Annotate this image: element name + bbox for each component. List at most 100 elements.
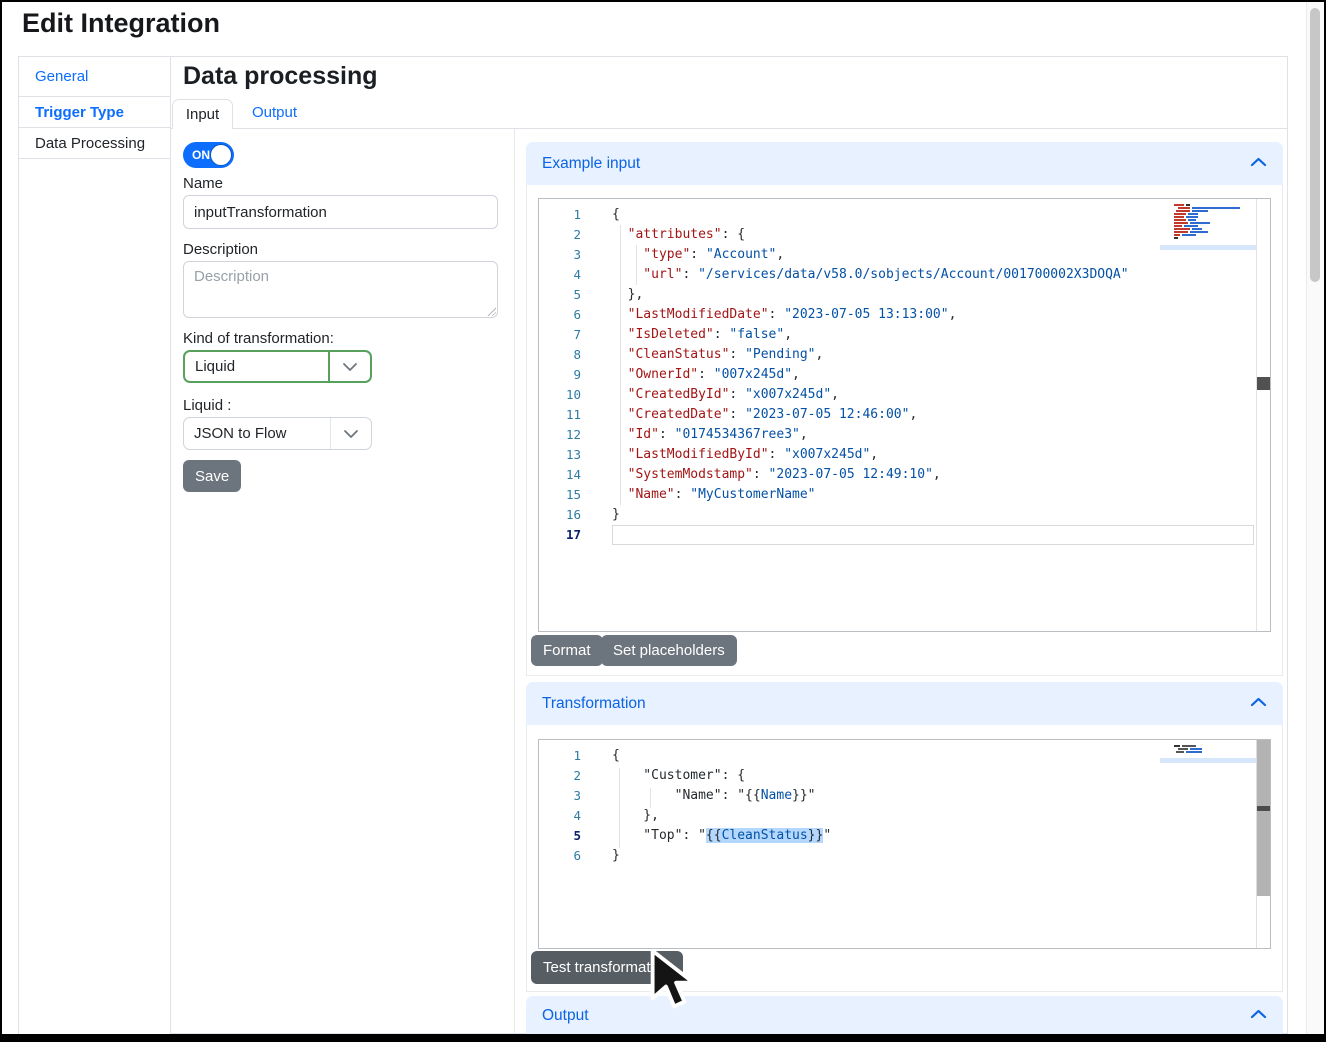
frame-left [0, 0, 2, 1042]
description-input[interactable] [183, 261, 498, 318]
line-number: 9 [539, 365, 595, 385]
code-line: 12 "Id": "0174534367ree3", [539, 425, 1270, 445]
chevron-up-icon[interactable] [1250, 695, 1267, 713]
code-line: 17 [539, 525, 1270, 545]
description-label: Description [183, 241, 258, 258]
code-line: 9 "OwnerId": "007x245d", [539, 365, 1270, 385]
line-number: 10 [539, 385, 595, 405]
line-number: 11 [539, 405, 595, 425]
chevron-down-icon [328, 352, 370, 381]
sidebar-item-label: Trigger Type [35, 104, 124, 121]
code-line: 7 "IsDeleted": "false", [539, 325, 1270, 345]
code-line: 13 "LastModifiedById": "x007x245d", [539, 445, 1270, 465]
code-line: 3 "Name": "{{Name}}" [539, 786, 1270, 806]
column-divider [514, 128, 515, 1034]
kind-of-transformation-select[interactable]: Liquid [183, 350, 372, 383]
toggle-knob [210, 144, 232, 166]
line-number: 5 [539, 826, 595, 846]
output-title: Output [542, 1007, 589, 1025]
editor-scrollbar-position[interactable] [1257, 806, 1270, 811]
name-input[interactable] [183, 195, 498, 229]
line-number: 17 [539, 525, 595, 545]
name-label: Name [183, 175, 223, 192]
liquid-select[interactable]: JSON to Flow [183, 417, 372, 450]
code-line: 15 "Name": "MyCustomerName" [539, 485, 1270, 505]
indent-guide [619, 768, 620, 848]
line-number: 2 [539, 766, 595, 786]
line-number: 2 [539, 225, 595, 245]
chevron-up-icon[interactable] [1250, 1007, 1267, 1025]
transformation-code-editor[interactable]: 1{2 "Customer": {3 "Name": "{{Name}}"4 }… [538, 739, 1271, 949]
toggle-on-label: ON [192, 148, 210, 162]
section-heading: Data processing [183, 62, 378, 91]
line-number: 12 [539, 425, 595, 445]
minimap-viewport[interactable] [1160, 245, 1256, 250]
line-number: 8 [539, 345, 595, 365]
edit-integration-page: Edit Integration General Trigger Type Da… [0, 0, 1326, 1042]
code-line: 16} [539, 505, 1270, 525]
code-line: 6} [539, 846, 1270, 866]
page-scrollbar-thumb[interactable] [1310, 8, 1320, 282]
current-line-highlight [612, 525, 1254, 545]
code-line: 5 }, [539, 285, 1270, 305]
indent-guide [636, 245, 637, 285]
line-number: 5 [539, 285, 595, 305]
minimap[interactable] [1174, 203, 1254, 243]
example-input-code-editor[interactable]: 1{2 "attributes": {3 "type": "Account",4… [538, 198, 1271, 632]
line-number: 3 [539, 786, 595, 806]
code-line: 2 "attributes": { [539, 225, 1270, 245]
line-number: 15 [539, 485, 595, 505]
sidebar-item-data-processing[interactable]: Data Processing [19, 128, 170, 159]
indent-guide [620, 225, 621, 505]
frame-top [0, 0, 1326, 2]
enabled-toggle[interactable]: ON [183, 142, 234, 168]
minimap[interactable] [1174, 744, 1254, 758]
code-line: 1{ [539, 205, 1270, 225]
line-number: 1 [539, 205, 595, 225]
editor-scrollbar-thumb[interactable] [1257, 740, 1270, 896]
sidebar-item-general[interactable]: General [19, 57, 170, 97]
editor-scrollbar-thumb[interactable] [1257, 377, 1270, 390]
code-line: 14 "SystemModstamp": "2023-07-05 12:49:1… [539, 465, 1270, 485]
code-line: 8 "CleanStatus": "Pending", [539, 345, 1270, 365]
code-line: 4 "url": "/services/data/v58.0/sobjects/… [539, 265, 1270, 285]
sidebar: General Trigger Type Data Processing [18, 56, 170, 1034]
chevron-up-icon[interactable] [1250, 155, 1267, 173]
format-button[interactable]: Format [531, 635, 603, 666]
code-line: 2 "Customer": { [539, 766, 1270, 786]
code-line: 1{ [539, 746, 1270, 766]
editor-scrollbar[interactable] [1256, 740, 1270, 948]
sidebar-item-trigger-type[interactable]: Trigger Type [19, 97, 170, 128]
tab-output-label: Output [252, 104, 297, 121]
liquid-selected-value: JSON to Flow [184, 425, 330, 442]
page-title: Edit Integration [22, 8, 220, 39]
example-input-title: Example input [542, 155, 640, 173]
line-number: 3 [539, 245, 595, 265]
transformation-title: Transformation [542, 695, 646, 713]
line-number: 1 [539, 746, 595, 766]
test-transformation-button[interactable]: Test transformation [531, 951, 683, 984]
frame-bottom [0, 1034, 1326, 1042]
code-line: 11 "CreatedDate": "2023-07-05 12:46:00", [539, 405, 1270, 425]
code-line: 6 "LastModifiedDate": "2023-07-05 13:13:… [539, 305, 1270, 325]
example-input-header[interactable]: Example input [526, 142, 1283, 185]
line-number: 4 [539, 265, 595, 285]
code-line: 10 "CreatedById": "x007x245d", [539, 385, 1270, 405]
line-number: 13 [539, 445, 595, 465]
editor-scrollbar[interactable] [1256, 199, 1270, 631]
kind-selected-value: Liquid [185, 358, 328, 375]
tab-input[interactable]: Input [172, 99, 233, 129]
tab-bar-border [170, 128, 1288, 129]
minimap-viewport[interactable] [1160, 758, 1256, 763]
save-button[interactable]: Save [183, 460, 241, 492]
liquid-label: Liquid : [183, 397, 231, 414]
sidebar-item-label: General [35, 68, 88, 85]
output-header[interactable]: Output [526, 996, 1283, 1035]
transformation-header[interactable]: Transformation [526, 682, 1283, 725]
set-placeholders-button[interactable]: Set placeholders [601, 635, 737, 666]
line-number: 16 [539, 505, 595, 525]
tab-output[interactable]: Output [252, 104, 297, 121]
line-number: 6 [539, 305, 595, 325]
chevron-down-icon [330, 418, 371, 449]
kind-of-transformation-label: Kind of transformation: [183, 330, 334, 347]
